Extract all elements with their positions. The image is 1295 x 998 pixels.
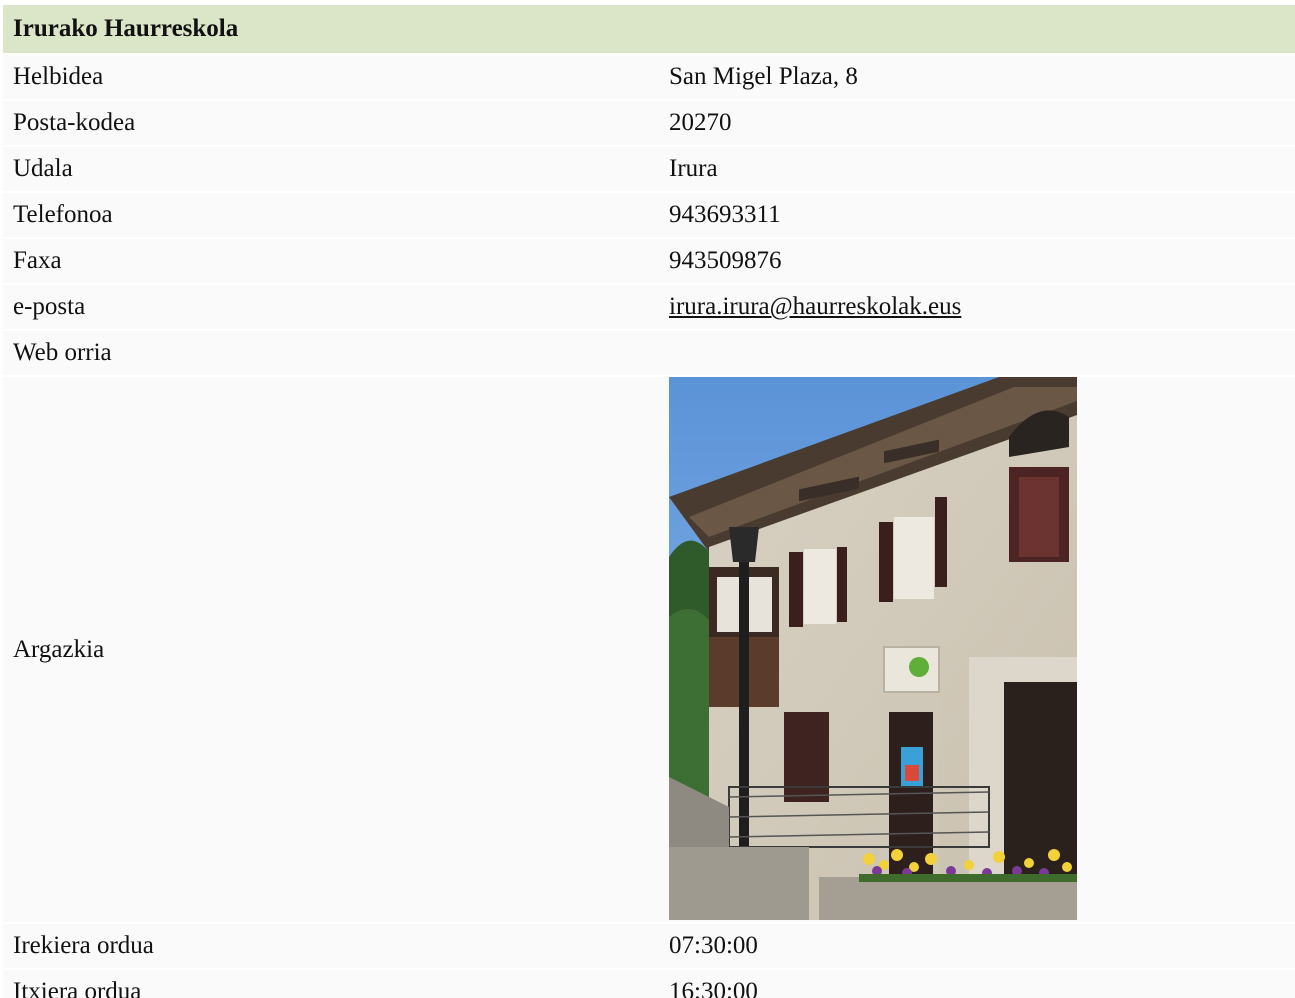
phone-value: 943693311 (669, 193, 1295, 237)
row-closing-time: Itxiera ordua 16:30:00 (3, 970, 1295, 998)
email-link[interactable]: irura.irura@haurreskolak.eus (669, 293, 961, 320)
building-photo (669, 377, 1077, 920)
row-postal-code: Posta-kodea 20270 (3, 101, 1295, 145)
closing-time-value: 16:30:00 (669, 970, 1295, 998)
municipality-value: Irura (669, 147, 1295, 191)
opening-time-label: Irekiera ordua (3, 924, 669, 968)
email-cell: irura.irura@haurreskolak.eus (669, 285, 1295, 329)
row-photo: Argazkia (3, 377, 1295, 922)
website-label: Web orria (3, 331, 669, 375)
website-value (669, 331, 1295, 375)
row-address: Helbidea San Migel Plaza, 8 (3, 55, 1295, 99)
photo-cell (669, 377, 1295, 922)
row-municipality: Udala Irura (3, 147, 1295, 191)
municipality-label: Udala (3, 147, 669, 191)
photo-label: Argazkia (3, 377, 669, 922)
row-opening-time: Irekiera ordua 07:30:00 (3, 924, 1295, 968)
phone-label: Telefonoa (3, 193, 669, 237)
school-title: Irurako Haurreskola (3, 5, 1295, 53)
row-email: e-posta irura.irura@haurreskolak.eus (3, 285, 1295, 329)
opening-time-value: 07:30:00 (669, 924, 1295, 968)
fax-value: 943509876 (669, 239, 1295, 283)
school-info-table: Irurako Haurreskola Helbidea San Migel P… (3, 3, 1295, 998)
postal-code-label: Posta-kodea (3, 101, 669, 145)
address-value: San Migel Plaza, 8 (669, 55, 1295, 99)
email-label: e-posta (3, 285, 669, 329)
closing-time-label: Itxiera ordua (3, 970, 669, 998)
postal-code-value: 20270 (669, 101, 1295, 145)
address-label: Helbidea (3, 55, 669, 99)
row-website: Web orria (3, 331, 1295, 375)
fax-label: Faxa (3, 239, 669, 283)
school-info-sheet: Irurako Haurreskola Helbidea San Migel P… (0, 0, 1295, 998)
row-fax: Faxa 943509876 (3, 239, 1295, 283)
row-phone: Telefonoa 943693311 (3, 193, 1295, 237)
header-row: Irurako Haurreskola (3, 5, 1295, 53)
